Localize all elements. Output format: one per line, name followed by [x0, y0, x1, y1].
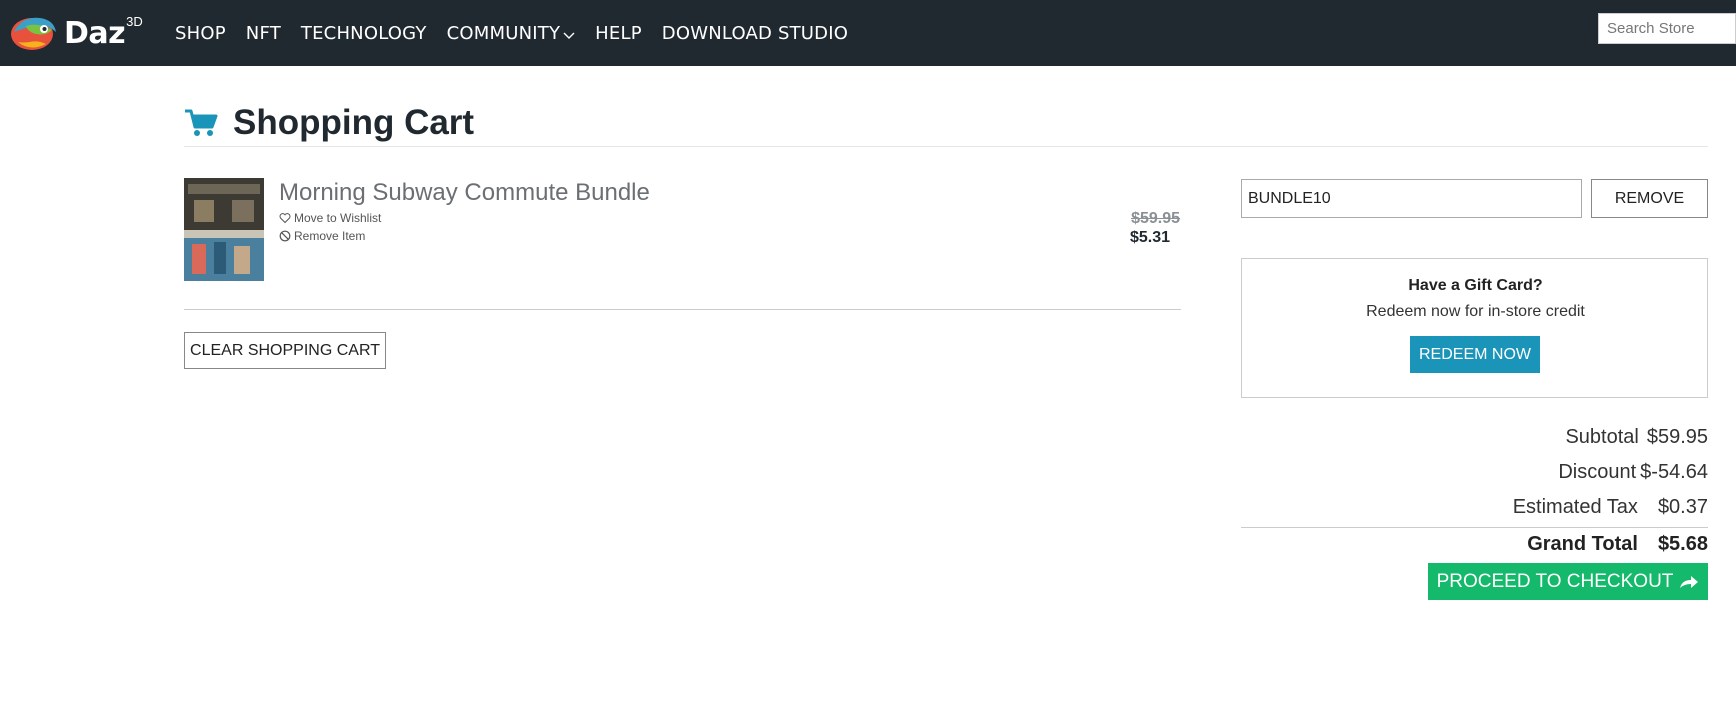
- daz-chameleon-logo-icon: [11, 17, 56, 50]
- logo-superscript: 3D: [126, 13, 143, 29]
- nav-community-label: COMMUNITY: [446, 22, 561, 44]
- discount-value: $-54.64: [1640, 460, 1708, 483]
- remove-item-label: Remove Item: [294, 229, 366, 243]
- title-divider: [184, 146, 1708, 147]
- logo-text: Daz: [64, 15, 126, 51]
- gift-card-subtitle: Redeem now for in-store credit: [1366, 303, 1585, 320]
- item-divider: [184, 309, 1181, 310]
- ban-icon: [279, 230, 291, 242]
- nav-technology[interactable]: TECHNOLOGY: [301, 23, 427, 44]
- gift-card-panel: Have a Gift Card? Redeem now for in-stor…: [1241, 258, 1708, 398]
- subtotal-row: Subtotal $59.95: [1241, 424, 1708, 450]
- estimated-tax-value: $0.37: [1657, 495, 1708, 518]
- shopping-cart-icon: [185, 109, 218, 136]
- move-to-wishlist-label: Move to Wishlist: [294, 211, 382, 225]
- original-price: $59.95: [1131, 210, 1180, 227]
- remove-item-link[interactable]: Remove Item: [279, 229, 365, 243]
- page-title: Shopping Cart: [233, 103, 475, 142]
- sale-price: $5.31: [1129, 229, 1170, 246]
- nav-download-studio[interactable]: DOWNLOAD STUDIO: [662, 23, 848, 44]
- nav-community[interactable]: COMMUNITY: [447, 23, 576, 44]
- search-store-input[interactable]: [1598, 13, 1736, 44]
- main-nav: SHOP NFT TECHNOLOGY COMMUNITY HELP DOWNL…: [175, 0, 868, 66]
- remove-coupon-button[interactable]: REMOVE: [1591, 179, 1708, 218]
- product-thumbnail[interactable]: [184, 178, 264, 281]
- subtotal-label: Subtotal: [1565, 425, 1639, 448]
- subtotal-value: $59.95: [1646, 425, 1708, 448]
- clear-shopping-cart-button[interactable]: CLEAR SHOPPING CART: [184, 332, 386, 369]
- grand-total-label: Grand Total: [1527, 532, 1638, 555]
- discount-label: Discount: [1558, 460, 1637, 483]
- checkout-label: PROCEED TO CHECKOUT: [1436, 570, 1674, 592]
- heart-icon: [279, 213, 291, 224]
- gift-card-title: Have a Gift Card?: [1408, 277, 1543, 294]
- proceed-to-checkout-button[interactable]: PROCEED TO CHECKOUT: [1428, 563, 1708, 600]
- chevron-down-icon: [563, 32, 575, 39]
- totals-divider: [1241, 527, 1708, 528]
- redeem-now-button[interactable]: REDEEM NOW: [1410, 336, 1540, 373]
- nav-help[interactable]: HELP: [595, 23, 642, 44]
- top-navigation-bar: Daz 3D SHOP NFT TECHNOLOGY COMMUNITY HEL…: [0, 0, 1736, 66]
- grand-total-row: Grand Total $5.68: [1241, 530, 1708, 558]
- discount-row: Discount $-54.64: [1241, 459, 1708, 485]
- nav-nft[interactable]: NFT: [246, 23, 281, 44]
- estimated-tax-label: Estimated Tax: [1512, 495, 1638, 518]
- coupon-code-input[interactable]: [1241, 179, 1582, 218]
- nav-shop[interactable]: SHOP: [175, 23, 226, 44]
- move-to-wishlist-link[interactable]: Move to Wishlist: [279, 211, 381, 225]
- daz3d-logo[interactable]: Daz 3D: [8, 8, 158, 58]
- estimated-tax-row: Estimated Tax $0.37: [1241, 494, 1708, 520]
- cart-item-name[interactable]: Morning Subway Commute Bundle: [279, 179, 650, 207]
- grand-total-value: $5.68: [1657, 532, 1708, 555]
- share-arrow-icon: [1680, 575, 1699, 588]
